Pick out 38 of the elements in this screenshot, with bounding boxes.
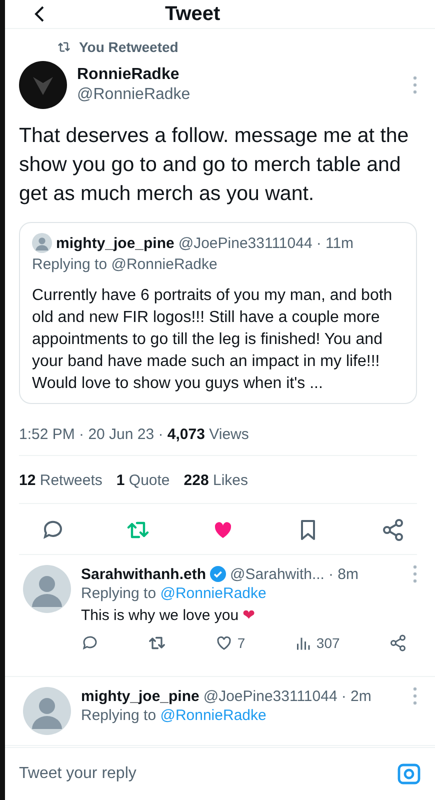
author-handle: @RonnieRadke <box>77 86 192 104</box>
tweet-meta: 1:52 PM · 20 Jun 23 · 4,073 Views <box>19 404 417 456</box>
reply-author-handle: @Sarahwith... <box>230 566 324 582</box>
heart-emoji: ❤ <box>242 607 256 624</box>
share-icon[interactable] <box>388 634 407 652</box>
quoted-tweet[interactable] <box>19 222 417 404</box>
stat-link[interactable]: 12 Retweets <box>19 472 102 489</box>
heart-icon[interactable] <box>215 634 234 652</box>
reply-author-handle: @JoePine33111044 <box>203 688 338 704</box>
replying-to: Replying to <box>81 707 156 724</box>
stat-link[interactable]: 1 Quote <box>116 472 170 489</box>
avatar <box>32 233 52 253</box>
back-icon[interactable] <box>33 6 45 22</box>
quote-time: · 11m <box>316 234 354 252</box>
quote-text: Currently have 6 portraits of you my man, and both old and new FIR logos!!! Still have a couple more appointments to go till the leg is finished! You and your band have made such an impact in my life!!! Would love to show you guys when it's ... <box>32 286 394 394</box>
retweet-icon[interactable] <box>148 634 166 652</box>
replying-to: Replying to <box>81 585 156 602</box>
retweet-icon <box>57 40 71 54</box>
replying-to: Replying to @RonnieRadke <box>32 256 218 273</box>
reply-icon[interactable] <box>81 634 99 652</box>
quote-author-name: mighty_joe_pine <box>56 234 174 252</box>
avatar[interactable] <box>19 61 67 109</box>
camera-icon[interactable] <box>397 763 421 785</box>
tweet-text: That deserves a follow. message me at the show you go to and go to merch table and get as much merch as you want. <box>19 123 410 207</box>
stat-link[interactable]: 228 Likes <box>184 472 248 489</box>
reply-author-name[interactable]: mighty_joe_pine <box>81 688 200 704</box>
page-title: Tweet <box>165 2 220 26</box>
reply-field[interactable]: Tweet your reply <box>17 764 397 784</box>
reply-text: This is why we love you <box>81 607 239 624</box>
quote-author-handle: @JoePine33111044 <box>178 234 312 252</box>
author-name[interactable]: RonnieRadke <box>77 66 403 84</box>
share-icon[interactable] <box>381 518 405 542</box>
action-count: 307 <box>316 635 340 651</box>
action-count: 7 <box>237 635 246 651</box>
reply-author-name[interactable]: Sarahwithanh.eth <box>81 566 206 582</box>
reply-time: · 2m <box>341 688 372 704</box>
retweet-note: You Retweeted <box>79 39 178 55</box>
reply-time: · 8m <box>328 566 358 582</box>
